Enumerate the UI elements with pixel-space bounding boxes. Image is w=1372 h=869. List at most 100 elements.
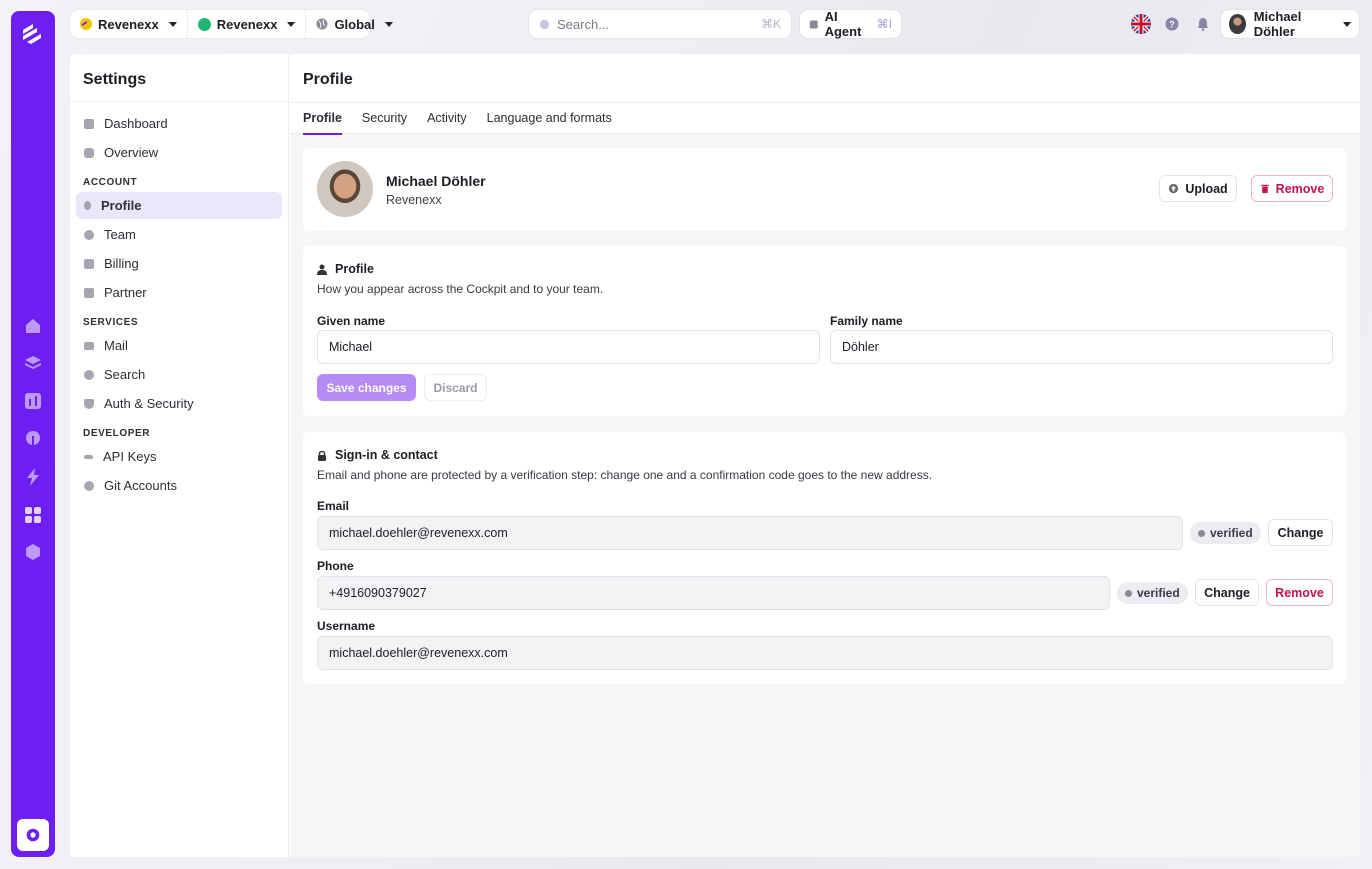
tab-security[interactable]: Security [362,103,407,134]
change-email-button[interactable]: Change [1268,519,1333,546]
change-label: Change [1277,525,1324,540]
sidebar-item-auth-security[interactable]: Auth & Security [76,390,282,417]
phone-verified-badge: verified [1117,582,1188,604]
change-label: Change [1204,585,1250,600]
profile-header-card: Michael Döhler Revenexx Upload Remove [303,148,1346,231]
avatar [1229,14,1246,34]
cube-icon[interactable] [23,542,43,562]
user-menu[interactable]: Michael Döhler [1221,9,1359,39]
org-selector[interactable]: Revenexx [70,10,187,38]
search-shortcut: ⌘K [760,17,781,31]
agent-icon [809,20,818,28]
pin-icon[interactable] [23,429,43,449]
section-label-account: ACCOUNT [83,177,138,188]
sidebar-item-label: Team [104,227,136,242]
trash-icon [1261,184,1269,194]
remove-phone-button[interactable]: Remove [1266,579,1333,606]
org-selector-label: Revenexx [98,16,159,32]
sidebar-item-label: Partner [104,285,147,300]
sidebar-item-overview[interactable]: Overview [76,139,282,166]
sidebar-item-api-keys[interactable]: API Keys [76,443,282,470]
settings-button[interactable] [17,819,49,851]
sidebar-item-dashboard[interactable]: Dashboard [76,110,282,137]
phone-label: Phone [317,559,354,573]
given-name-input[interactable]: Michael [317,330,820,364]
phone-field[interactable]: +4916090379027 [317,576,1110,610]
verified-dot-icon [1198,529,1205,537]
sidebar-item-search[interactable]: Search [76,361,282,388]
change-phone-button[interactable]: Change [1195,579,1259,606]
home-icon[interactable] [23,316,43,336]
apps-grid-icon[interactable] [23,505,43,525]
family-name-input[interactable]: Döhler [830,330,1333,364]
sidebar-item-label: Mail [104,338,128,353]
username-field[interactable]: michael.doehler@revenexx.com [317,636,1333,670]
green-dot-icon [197,17,211,31]
sidebar-item-mail[interactable]: Mail [76,332,282,359]
tab-activity[interactable]: Activity [427,103,467,134]
store-icon [84,287,94,298]
family-name-value: Döhler [842,340,879,354]
uk-flag-icon[interactable] [1131,14,1151,34]
sidebar-title: Settings [70,54,288,102]
search-icon [84,369,94,380]
dashboard-icon [84,118,94,129]
phone-value: +4916090379027 [329,586,427,600]
section-title: Sign-in & contact [317,448,438,462]
email-label: Email [317,499,350,513]
mail-icon [84,341,94,350]
tab-profile[interactable]: Profile [303,103,342,135]
email-field[interactable]: michael.doehler@revenexx.com [317,516,1183,550]
upload-avatar-button[interactable]: Upload [1159,175,1237,202]
sidebar-item-label: Dashboard [104,116,168,131]
username-value: michael.doehler@revenexx.com [329,646,508,660]
settings-nav: Dashboard Overview ACCOUNT Profile Team … [70,102,288,509]
section-description: How you appear across the Cockpit and to… [317,282,604,296]
region-selector[interactable]: Global [305,10,402,38]
help-icon[interactable]: ? [1165,17,1179,31]
discard-button[interactable]: Discard [424,374,487,401]
sidebar-item-label: API Keys [103,449,157,464]
sidebar-item-partner[interactable]: Partner [76,279,282,306]
profile-org: Revenexx [386,193,442,207]
remove-avatar-button[interactable]: Remove [1251,175,1333,202]
username-label: Username [317,619,376,633]
signin-contact-card: Sign-in & contact Email and phone are pr… [303,432,1346,684]
ai-agent-shortcut: ⌘I [876,17,892,31]
project-selector-label: Revenexx [216,16,278,32]
avatar[interactable] [317,161,373,217]
profile-section-card: Profile How you appear across the Cockpi… [303,246,1346,416]
sidebar-item-billing[interactable]: Billing [76,250,282,277]
user-icon [84,201,91,210]
revenexx-logo-icon [80,18,92,30]
page-title: Profile [290,54,1360,102]
sidebar-item-label: Search [104,367,146,382]
sidebar-item-label: Auth & Security [104,396,194,411]
profile-tabs: Profile Security Activity Language and f… [290,102,1360,135]
tab-language-formats[interactable]: Language and formats [487,103,612,134]
chevron-down-icon [287,21,296,27]
layers-icon[interactable] [23,353,43,373]
project-selector[interactable]: Revenexx [186,10,306,38]
section-title: Profile [317,262,374,276]
bell-icon[interactable] [1196,17,1210,31]
search-placeholder: Search... [557,16,610,32]
ai-agent-button[interactable]: AI Agent ⌘I [800,9,901,39]
app-rail [11,11,55,857]
gear-icon [26,828,40,842]
upload-icon [1169,183,1179,194]
global-search[interactable]: Search... ⌘K [529,10,791,38]
sidebar-item-git-accounts[interactable]: Git Accounts [76,472,282,499]
save-changes-button[interactable]: Save changes [317,374,416,401]
revenexx-logo-icon[interactable] [20,21,46,47]
section-title-text: Profile [335,262,374,276]
bar-chart-icon[interactable] [23,391,43,411]
sidebar-item-profile[interactable]: Profile [76,192,282,219]
chevron-down-icon [168,21,177,27]
section-description: Email and phone are protected by a verif… [317,468,933,482]
ai-agent-label: AI Agent [824,9,862,39]
sidebar-item-label: Profile [101,198,142,213]
lightning-icon[interactable] [23,467,43,487]
sidebar-item-team[interactable]: Team [76,221,282,248]
settings-panel: Settings Dashboard Overview ACCOUNT Prof… [70,54,1360,857]
